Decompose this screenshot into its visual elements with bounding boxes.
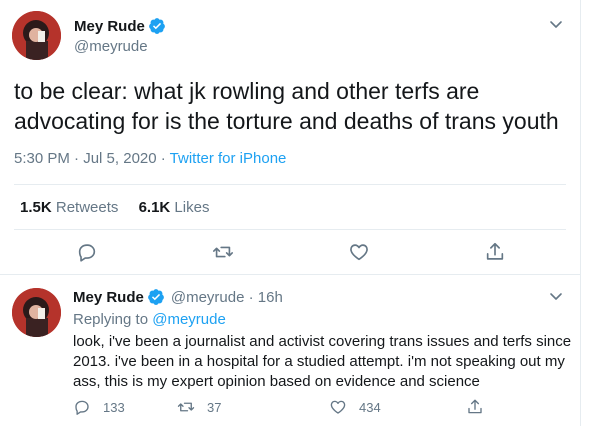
avatar-image	[12, 11, 61, 60]
tweet-date[interactable]: Jul 5, 2020	[83, 150, 156, 167]
tweet-time[interactable]: 5:30 PM	[14, 150, 70, 167]
tweet-text: look, i've been a journalist and activis…	[73, 333, 572, 390]
display-name[interactable]: Mey Rude	[74, 18, 145, 35]
replying-to-mention[interactable]: @meyrude	[152, 311, 226, 328]
verified-badge-icon	[147, 288, 165, 306]
tweet-meta: 5:30 PM · Jul 5, 2020 · Twitter for iPho…	[14, 150, 286, 167]
heart-icon	[330, 400, 346, 414]
tweet-text-line: to be clear: what jk rowling and other t…	[14, 78, 480, 104]
tweet-source[interactable]: Twitter for iPhone	[170, 150, 287, 167]
tweet-text-line: advocating for is the torture and deaths…	[14, 108, 559, 134]
meta-separator: ·	[156, 150, 170, 167]
reply-button[interactable]: 133	[73, 398, 125, 416]
likes-stat[interactable]: 6.1K Likes	[139, 199, 210, 216]
replying-to-label: Replying to	[73, 311, 153, 328]
like-button[interactable]: 434	[329, 398, 381, 416]
reply-count: 133	[103, 399, 125, 415]
display-name[interactable]: Mey Rude	[73, 289, 144, 306]
reply-bubble-icon[interactable]	[76, 241, 98, 263]
meta-separator: ·	[69, 150, 84, 167]
chevron-down-icon[interactable]	[548, 16, 564, 32]
retweet-count: 37	[207, 399, 222, 415]
verified-badge-icon	[148, 17, 166, 35]
share-icon	[468, 399, 482, 414]
handle-time[interactable]: @meyrude · 16h	[171, 289, 283, 306]
retweet-icon	[177, 402, 195, 412]
heart-icon[interactable]	[348, 241, 370, 263]
retweet-icon[interactable]	[212, 241, 234, 263]
divider	[14, 184, 566, 185]
chevron-down-icon[interactable]	[548, 288, 564, 304]
divider	[0, 274, 581, 275]
like-count: 434	[359, 399, 381, 415]
retweets-count: 1.5K	[20, 199, 52, 216]
share-button[interactable]	[466, 398, 496, 416]
divider	[14, 229, 566, 230]
handle[interactable]: @meyrude	[74, 38, 148, 55]
likes-count: 6.1K	[138, 199, 171, 216]
likes-label: Likes	[174, 199, 210, 216]
reply-action-bar: 133 37 434	[73, 398, 553, 416]
share-icon[interactable]	[484, 241, 506, 263]
reply-bubble-icon	[75, 400, 89, 415]
replying-to: Replying to @meyrude	[73, 311, 226, 328]
retweets-label: Retweets	[55, 199, 119, 216]
tweet-thread: Mey Rude @meyrude to be clear: what jk r…	[0, 0, 581, 426]
avatar[interactable]	[12, 288, 61, 337]
tweet-stats: 1.5K Retweets 6.1K Likes	[20, 199, 225, 216]
author-row: Mey Rude @meyrude · 16h	[73, 288, 283, 306]
main-tweet: Mey Rude @meyrude to be clear: what jk r…	[0, 0, 580, 274]
tweet-text: to be clear: what jk rowling and other t…	[14, 76, 574, 136]
author-row: Mey Rude	[74, 17, 166, 35]
retweets-stat[interactable]: 1.5K Retweets	[20, 199, 118, 216]
avatar[interactable]	[12, 11, 61, 60]
retweet-button[interactable]: 37	[177, 398, 221, 416]
avatar-image	[12, 288, 61, 337]
